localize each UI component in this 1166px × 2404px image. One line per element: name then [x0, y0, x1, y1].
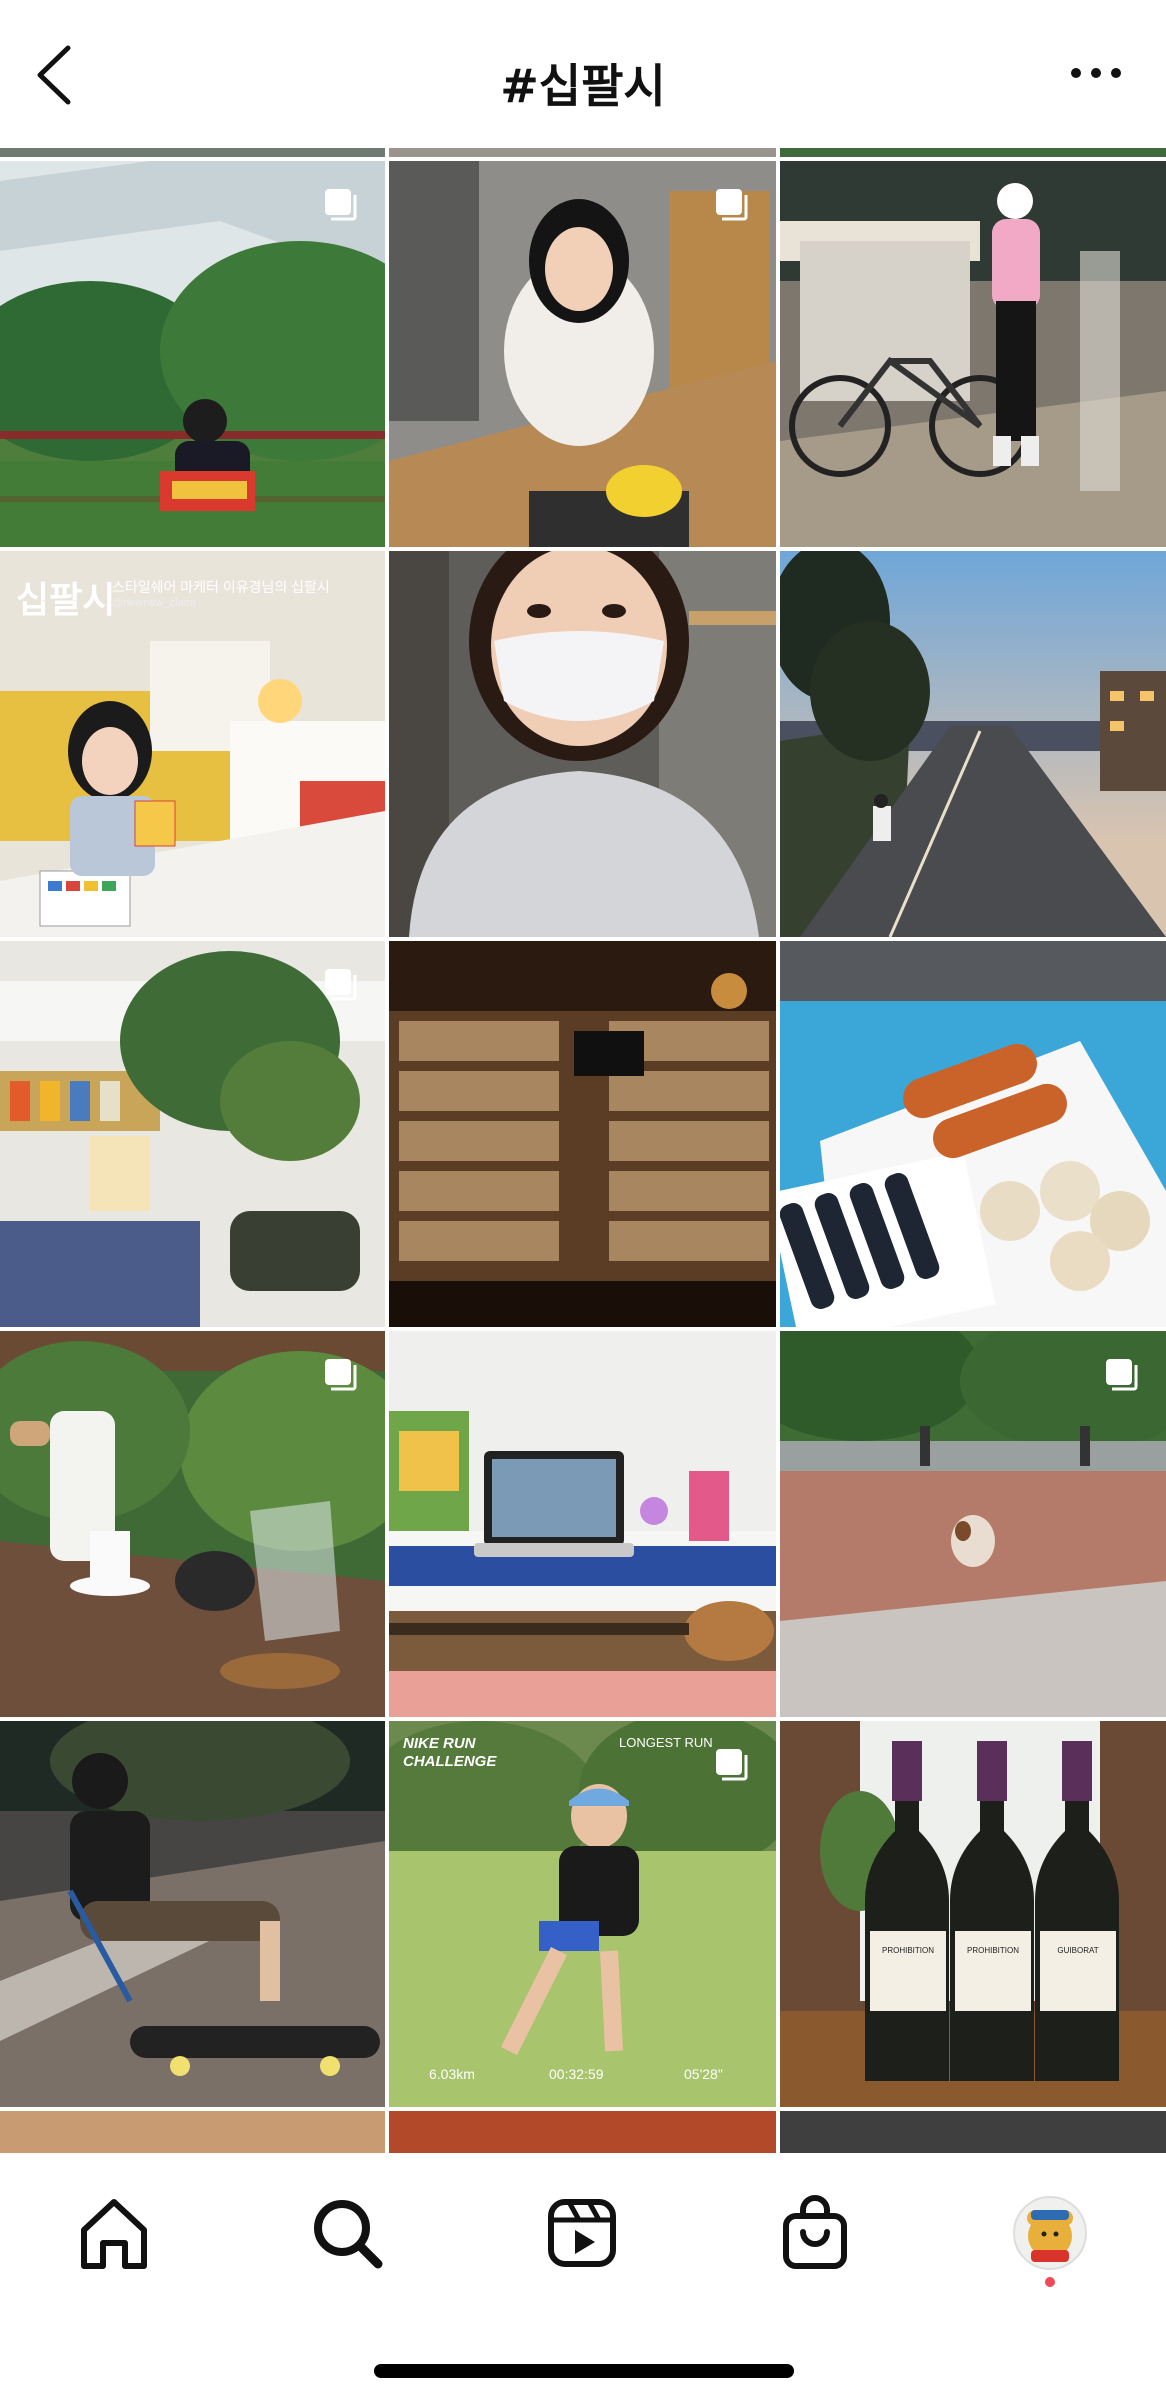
tile-cyclist-night-street[interactable] — [780, 161, 1166, 547]
tile-laptop-ukulele-desk[interactable] — [389, 1331, 776, 1717]
top-nav-bar: #십팔시 — [0, 0, 1166, 148]
post-overlay-title: 십팔시 — [16, 579, 116, 620]
home-icon — [81, 2199, 147, 2269]
tab-reels[interactable] — [537, 2188, 627, 2278]
tile-partial-top[interactable] — [389, 148, 776, 157]
multiple-photos-icon — [1106, 1359, 1138, 1391]
multiple-photos-icon — [325, 969, 357, 1001]
page-title: #십팔시 — [500, 59, 666, 113]
more-options-button[interactable] — [1066, 58, 1126, 88]
multiple-photos-icon — [325, 189, 357, 221]
tile-corndogs-dumplings[interactable] — [780, 941, 1166, 1327]
tile-masked-selfie[interactable] — [389, 551, 776, 937]
run-duration: 00:32:59 — [549, 2066, 604, 2082]
tile-evening-road-walk[interactable] — [780, 551, 1166, 937]
tab-profile[interactable] — [1005, 2188, 1095, 2278]
tile-woman-painting-bed[interactable]: 십팔시 스타일쉐어 마케터 이유경님의 십팔시 @newnew_claire — [0, 551, 385, 937]
bottle-label: PROHIBITION — [966, 1946, 1019, 1955]
reels-icon — [548, 2199, 616, 2267]
run-pace: 05'28" — [684, 2066, 723, 2082]
more-horizontal-icon — [1071, 68, 1121, 78]
tile-partial-bottom[interactable] — [780, 2111, 1166, 2153]
tile-woman-stretching-run[interactable]: NIKE RUN CHALLENGE LONGEST RUN 6.03km 00… — [389, 1721, 776, 2107]
tile-partial-bottom[interactable] — [389, 2111, 776, 2153]
tile-dog-running-park[interactable] — [780, 1331, 1166, 1717]
multiple-photos-icon — [716, 189, 748, 221]
tile-cafe-bookstore-interior[interactable] — [0, 941, 385, 1327]
search-icon — [314, 2200, 383, 2269]
multiple-photos-icon — [325, 1359, 357, 1391]
notification-dot — [1045, 2277, 1055, 2287]
bottle-label: PROHIBITION — [881, 1946, 934, 1955]
post-overlay-handle: @newnew_claire — [112, 597, 196, 609]
shop-bag-icon — [783, 2195, 847, 2269]
tile-man-skateboard-night[interactable] — [0, 1721, 385, 2107]
bottle-label: GUIBORAT — [1057, 1946, 1099, 1955]
home-indicator[interactable] — [374, 2364, 794, 2378]
tile-woman-window-forest[interactable] — [0, 161, 385, 547]
tile-partial-top[interactable] — [0, 148, 385, 157]
tile-partial-top[interactable] — [780, 148, 1166, 157]
profile-avatar-icon — [1013, 2196, 1087, 2270]
tile-tea-table-garden[interactable] — [0, 1331, 385, 1717]
run-distance: 6.03km — [429, 2066, 475, 2082]
longest-run-label: LONGEST RUN — [619, 1735, 713, 1750]
tile-record-shelf-bar[interactable] — [389, 941, 776, 1327]
tile-partial-bottom[interactable] — [0, 2111, 385, 2153]
tile-woman-crafting-workshop[interactable] — [389, 161, 776, 547]
nike-challenge-label: NIKE RUN CHALLENGE — [403, 1735, 497, 1770]
hashtag-post-grid: 십팔시 스타일쉐어 마케터 이유경님의 십팔시 @newnew_claire N… — [0, 148, 1166, 2153]
multiple-photos-icon — [716, 1749, 748, 1781]
tab-search[interactable] — [302, 2188, 392, 2278]
tab-shop[interactable] — [770, 2188, 860, 2278]
tile-champagne-bottles[interactable]: PROHIBITION PROHIBITION GUIBORAT — [780, 1721, 1166, 2107]
tab-home[interactable] — [69, 2188, 159, 2278]
post-overlay-caption: 스타일쉐어 마케터 이유경님의 십팔시 — [112, 579, 330, 595]
